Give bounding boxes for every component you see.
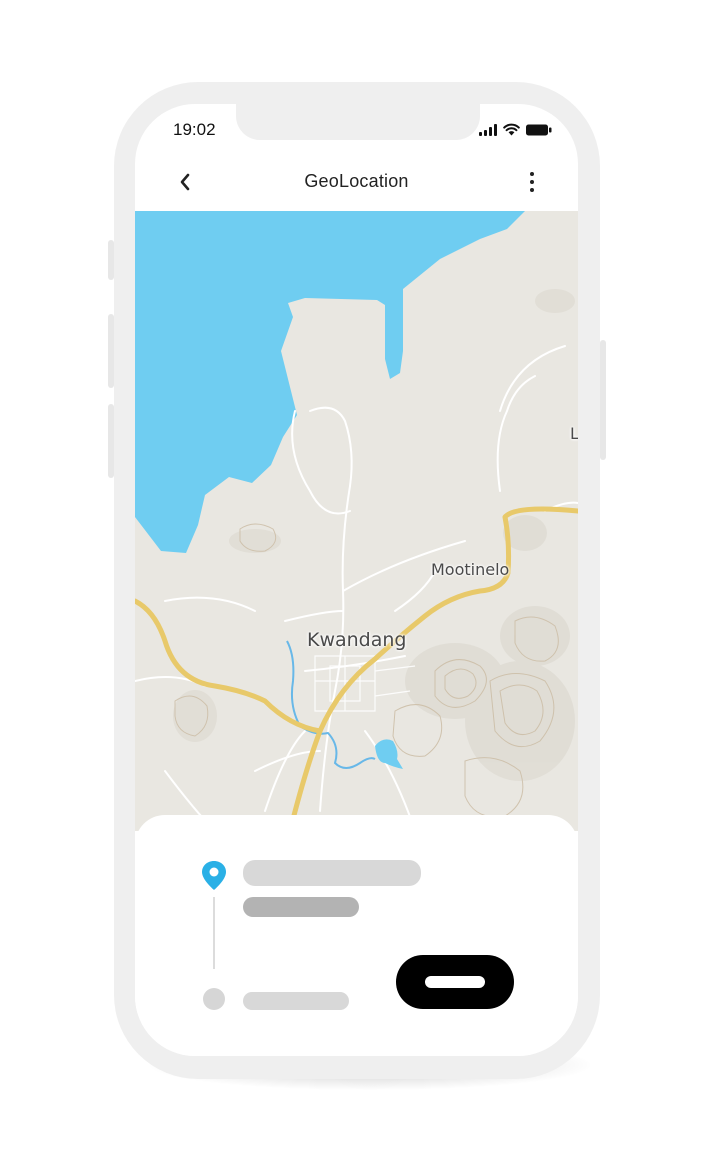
volume-down-button <box>108 404 114 478</box>
bottom-sheet <box>135 815 578 1056</box>
more-vertical-icon <box>530 172 534 176</box>
volume-up-button <box>108 314 114 388</box>
destination-placeholder <box>243 992 349 1010</box>
page-title: GeoLocation <box>304 171 409 191</box>
more-options-button[interactable] <box>522 168 542 196</box>
app-bar: GeoLocation <box>135 152 578 210</box>
map-label-mootinelo: Mootinelo <box>431 560 510 579</box>
location-pin-icon <box>199 859 229 898</box>
destination-dot-icon <box>203 988 225 1010</box>
power-button <box>600 340 606 460</box>
status-icons <box>479 123 552 136</box>
signal-icon <box>479 123 497 136</box>
button-label-placeholder <box>425 976 485 988</box>
wifi-icon <box>503 123 520 136</box>
map-label-kwandang: Kwandang <box>307 629 407 651</box>
map-view[interactable]: Mootinelo Kwandang L <box>135 211 578 831</box>
status-time: 19:02 <box>173 120 216 139</box>
pickup-subtitle-placeholder <box>243 897 359 917</box>
map-canvas <box>135 211 578 831</box>
map-label-edge: L <box>570 424 578 443</box>
confirm-button[interactable] <box>396 955 514 1009</box>
pickup-title-placeholder <box>243 860 421 886</box>
battery-icon <box>526 124 552 136</box>
silent-switch <box>108 240 114 280</box>
notch <box>236 104 480 140</box>
route-line <box>213 897 215 969</box>
phone-screen: 19:02 GeoLocation Mootinelo Kwandang L <box>135 104 578 1056</box>
